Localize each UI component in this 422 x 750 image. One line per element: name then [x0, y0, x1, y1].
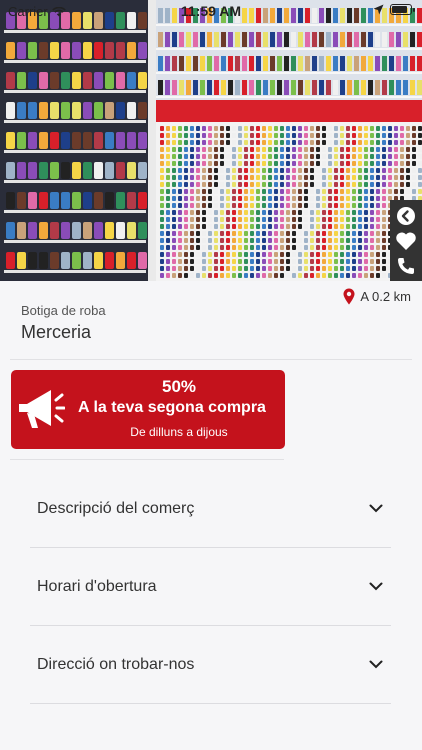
promo-headline: A la teva segona compra	[78, 399, 266, 416]
chevron-down-icon	[369, 582, 383, 591]
shop-shelves-photo	[0, 0, 422, 281]
heart-icon	[396, 231, 416, 250]
section-address[interactable]: Direcció on trobar-nos	[30, 626, 391, 704]
promo-percent: 50%	[161, 377, 197, 396]
favorite-button[interactable]	[393, 229, 419, 253]
section-label: Horari d'obertura	[37, 577, 157, 595]
map-pin-icon	[343, 288, 355, 305]
chevron-down-icon	[369, 660, 383, 669]
battery-fill	[392, 6, 408, 13]
divider	[10, 359, 412, 360]
megaphone-icon	[19, 390, 65, 428]
phone-icon	[398, 257, 414, 274]
back-arrow-icon	[397, 206, 415, 225]
chevron-down-icon	[369, 504, 383, 513]
promo-days: De dilluns a dijous	[130, 425, 228, 439]
call-button[interactable]	[393, 254, 419, 278]
shop-name: Merceria	[21, 322, 92, 342]
shop-category: Botiga de roba	[21, 303, 106, 318]
screen: Carrier 11:59 AM A 0.2 km Botiga de roba…	[0, 0, 422, 750]
status-bar: Carrier 11:59 AM	[0, 0, 422, 22]
distance-label: A 0.2 km	[360, 289, 411, 304]
promo-banner[interactable]: 50% A la teva segona compra De dilluns a…	[11, 370, 285, 449]
side-action-bar	[390, 200, 422, 281]
section-description[interactable]: Descripció del comerç	[30, 470, 391, 548]
distance-indicator: A 0.2 km	[343, 288, 411, 305]
clock: 11:59 AM	[180, 3, 242, 19]
back-button[interactable]	[393, 204, 419, 228]
divider	[10, 459, 284, 460]
section-opening-hours[interactable]: Horari d'obertura	[30, 548, 391, 626]
status-right	[373, 4, 415, 15]
section-label: Descripció del comerç	[37, 499, 195, 517]
hero-photo	[0, 0, 422, 281]
location-arrow-icon	[373, 4, 384, 15]
battery-icon	[390, 4, 415, 15]
section-label: Direcció on trobar-nos	[37, 655, 195, 673]
